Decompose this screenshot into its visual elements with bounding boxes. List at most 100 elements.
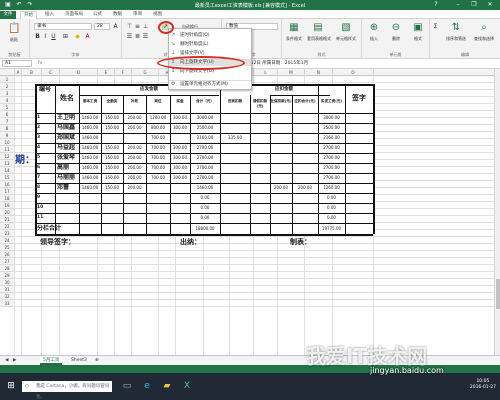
row-header[interactable]: 12 — [0, 153, 15, 160]
help-button[interactable]: ? — [430, 1, 442, 9]
tab-data[interactable]: 数据 — [110, 11, 125, 19]
sheet-tab-sheet3[interactable]: Sheet3 — [68, 356, 90, 365]
row-header[interactable]: 15 — [0, 174, 15, 181]
conditional-format-icon[interactable]: ▦ — [288, 22, 300, 34]
row-header[interactable]: 19 — [0, 202, 15, 209]
tab-formulas[interactable]: 公式 — [90, 11, 105, 19]
worksheet-grid[interactable]: ABCDEFGHIJKLMNO1234567891011121314151617… — [0, 69, 494, 355]
format-as-table-icon[interactable]: ▤ — [312, 22, 324, 34]
find-select-icon[interactable]: ⌕ — [478, 22, 490, 34]
row-header[interactable]: 22 — [0, 223, 15, 230]
cortana-search-box[interactable]: ○ 我是 Cortana，小娜。有问题尽管问我。 — [22, 381, 112, 400]
row-header[interactable]: 7 — [0, 118, 15, 125]
font-name-select[interactable]: 隶书 — [34, 23, 92, 30]
add-sheet-icon[interactable]: ⊕ — [92, 356, 102, 365]
row-header[interactable]: 11 — [0, 146, 15, 153]
row-header[interactable]: 30 — [0, 279, 15, 286]
row-header[interactable]: 10 — [0, 139, 15, 146]
column-header-f[interactable]: F — [115, 69, 132, 76]
align-top-icon[interactable]: ⊤ — [126, 23, 133, 30]
font-size-select[interactable]: 28 — [94, 23, 110, 30]
column-header-a[interactable]: A — [15, 69, 22, 76]
row-header[interactable]: 21 — [0, 216, 15, 223]
align-center-icon[interactable]: ≣ — [134, 33, 141, 40]
border-icon[interactable]: ⊞ — [62, 33, 69, 40]
sort-filter-icon[interactable]: ⇅ — [450, 22, 462, 34]
fx-label[interactable]: fx — [38, 60, 58, 67]
cell-styles-label[interactable]: 单元格样式 — [332, 36, 360, 42]
conditional-format-label[interactable]: 条件格式 — [282, 36, 306, 42]
row-header[interactable]: 28 — [0, 265, 15, 272]
menu-item-clockwise[interactable]: ↘ 顺时针角度(L) — [169, 41, 251, 48]
restore-icon[interactable]: ❐ — [468, 1, 480, 9]
menu-item-counterclockwise[interactable]: ↗ 逆时针角度(O) — [169, 32, 251, 39]
minimize-icon[interactable]: – — [452, 1, 464, 9]
row-header[interactable]: 17 — [0, 188, 15, 195]
column-header-d[interactable]: D — [60, 69, 98, 76]
tab-file[interactable]: 文件 — [0, 11, 16, 19]
tab-home[interactable]: 开始 — [20, 11, 37, 19]
bold-icon[interactable]: B — [34, 33, 41, 40]
align-right-icon[interactable]: ☰ — [142, 33, 149, 40]
tab-insert[interactable]: 插入 — [42, 11, 57, 19]
task-view-icon[interactable]: ▭ — [120, 379, 134, 393]
menu-item-format-alignment[interactable]: ⚙ 设置单元格对齐方式(M) — [169, 80, 251, 87]
insert-label[interactable]: 插入 — [364, 36, 384, 42]
row-header[interactable]: 25 — [0, 244, 15, 251]
select-all-corner[interactable] — [0, 69, 15, 76]
underline-icon[interactable]: U — [50, 33, 57, 40]
tab-review[interactable]: 审阅 — [130, 11, 145, 19]
row-header[interactable]: 4 — [0, 97, 15, 104]
cell-styles-icon[interactable]: ▧ — [340, 22, 352, 34]
insert-cells-icon[interactable]: ⊕ — [368, 22, 380, 34]
column-header-n[interactable]: N — [305, 69, 333, 76]
row-header[interactable]: 8 — [0, 125, 15, 132]
row-header[interactable]: 31 — [0, 286, 15, 293]
windows-start-icon[interactable]: ⊞ — [4, 379, 18, 393]
align-bottom-icon[interactable]: ⊥ — [142, 23, 149, 30]
column-header-e[interactable]: E — [98, 69, 115, 76]
paste-icon[interactable]: 📋 — [8, 23, 20, 35]
edge-icon[interactable]: e — [140, 379, 154, 393]
format-label[interactable]: 格式 — [408, 36, 428, 42]
column-header-g[interactable]: G — [132, 69, 159, 76]
format-as-table-label[interactable]: 套用表格格式 — [306, 36, 332, 42]
autosum-icon[interactable]: Σ — [432, 23, 439, 30]
column-header-b[interactable]: B — [22, 69, 42, 76]
excel-taskbar-icon[interactable]: X — [180, 379, 194, 393]
column-header-o[interactable]: O — [333, 69, 374, 76]
sheet-tab-salary[interactable]: 5月工资 — [40, 356, 63, 365]
find-select-label[interactable]: 查找和选择 — [470, 36, 498, 42]
row-header[interactable]: 2 — [0, 83, 15, 90]
font-color-icon[interactable]: A — [84, 33, 91, 40]
system-clock[interactable]: 10:05 2016-01-27 — [470, 379, 496, 391]
row-header[interactable]: 32 — [0, 293, 15, 300]
row-header[interactable]: 33 — [0, 300, 15, 307]
column-header-l[interactable]: L — [254, 69, 278, 76]
row-header[interactable]: 23 — [0, 230, 15, 237]
row-header[interactable]: 13 — [0, 160, 15, 167]
row-header[interactable]: 9 — [0, 132, 15, 139]
row-header[interactable]: 27 — [0, 258, 15, 265]
row-header[interactable]: 5 — [0, 104, 15, 111]
tab-view[interactable]: 视图 — [150, 11, 165, 19]
explorer-icon[interactable]: ▰ — [160, 379, 174, 393]
align-middle-icon[interactable]: ≡ — [134, 23, 141, 30]
grow-font-icon[interactable]: A — [112, 23, 119, 30]
column-header-c[interactable]: C — [42, 69, 60, 76]
row-header[interactable]: 16 — [0, 181, 15, 188]
sheet-nav-right-icon[interactable]: ▶ — [10, 356, 19, 365]
row-header[interactable]: 18 — [0, 195, 15, 202]
sort-filter-label[interactable]: 排序和筛选 — [442, 36, 470, 42]
vertical-scrollbar[interactable] — [494, 69, 500, 355]
align-left-icon[interactable]: ☰ — [126, 33, 133, 40]
row-header[interactable]: 29 — [0, 272, 15, 279]
row-header[interactable]: 14 — [0, 167, 15, 174]
close-icon[interactable]: ✕ — [484, 1, 496, 9]
tab-page-layout[interactable]: 页面布局 — [62, 11, 86, 19]
row-header[interactable]: 26 — [0, 251, 15, 258]
row-header[interactable]: 1 — [0, 76, 15, 83]
row-header[interactable]: 6 — [0, 111, 15, 118]
delete-label[interactable]: 删除 — [386, 36, 406, 42]
scroll-thumb[interactable] — [496, 279, 500, 309]
